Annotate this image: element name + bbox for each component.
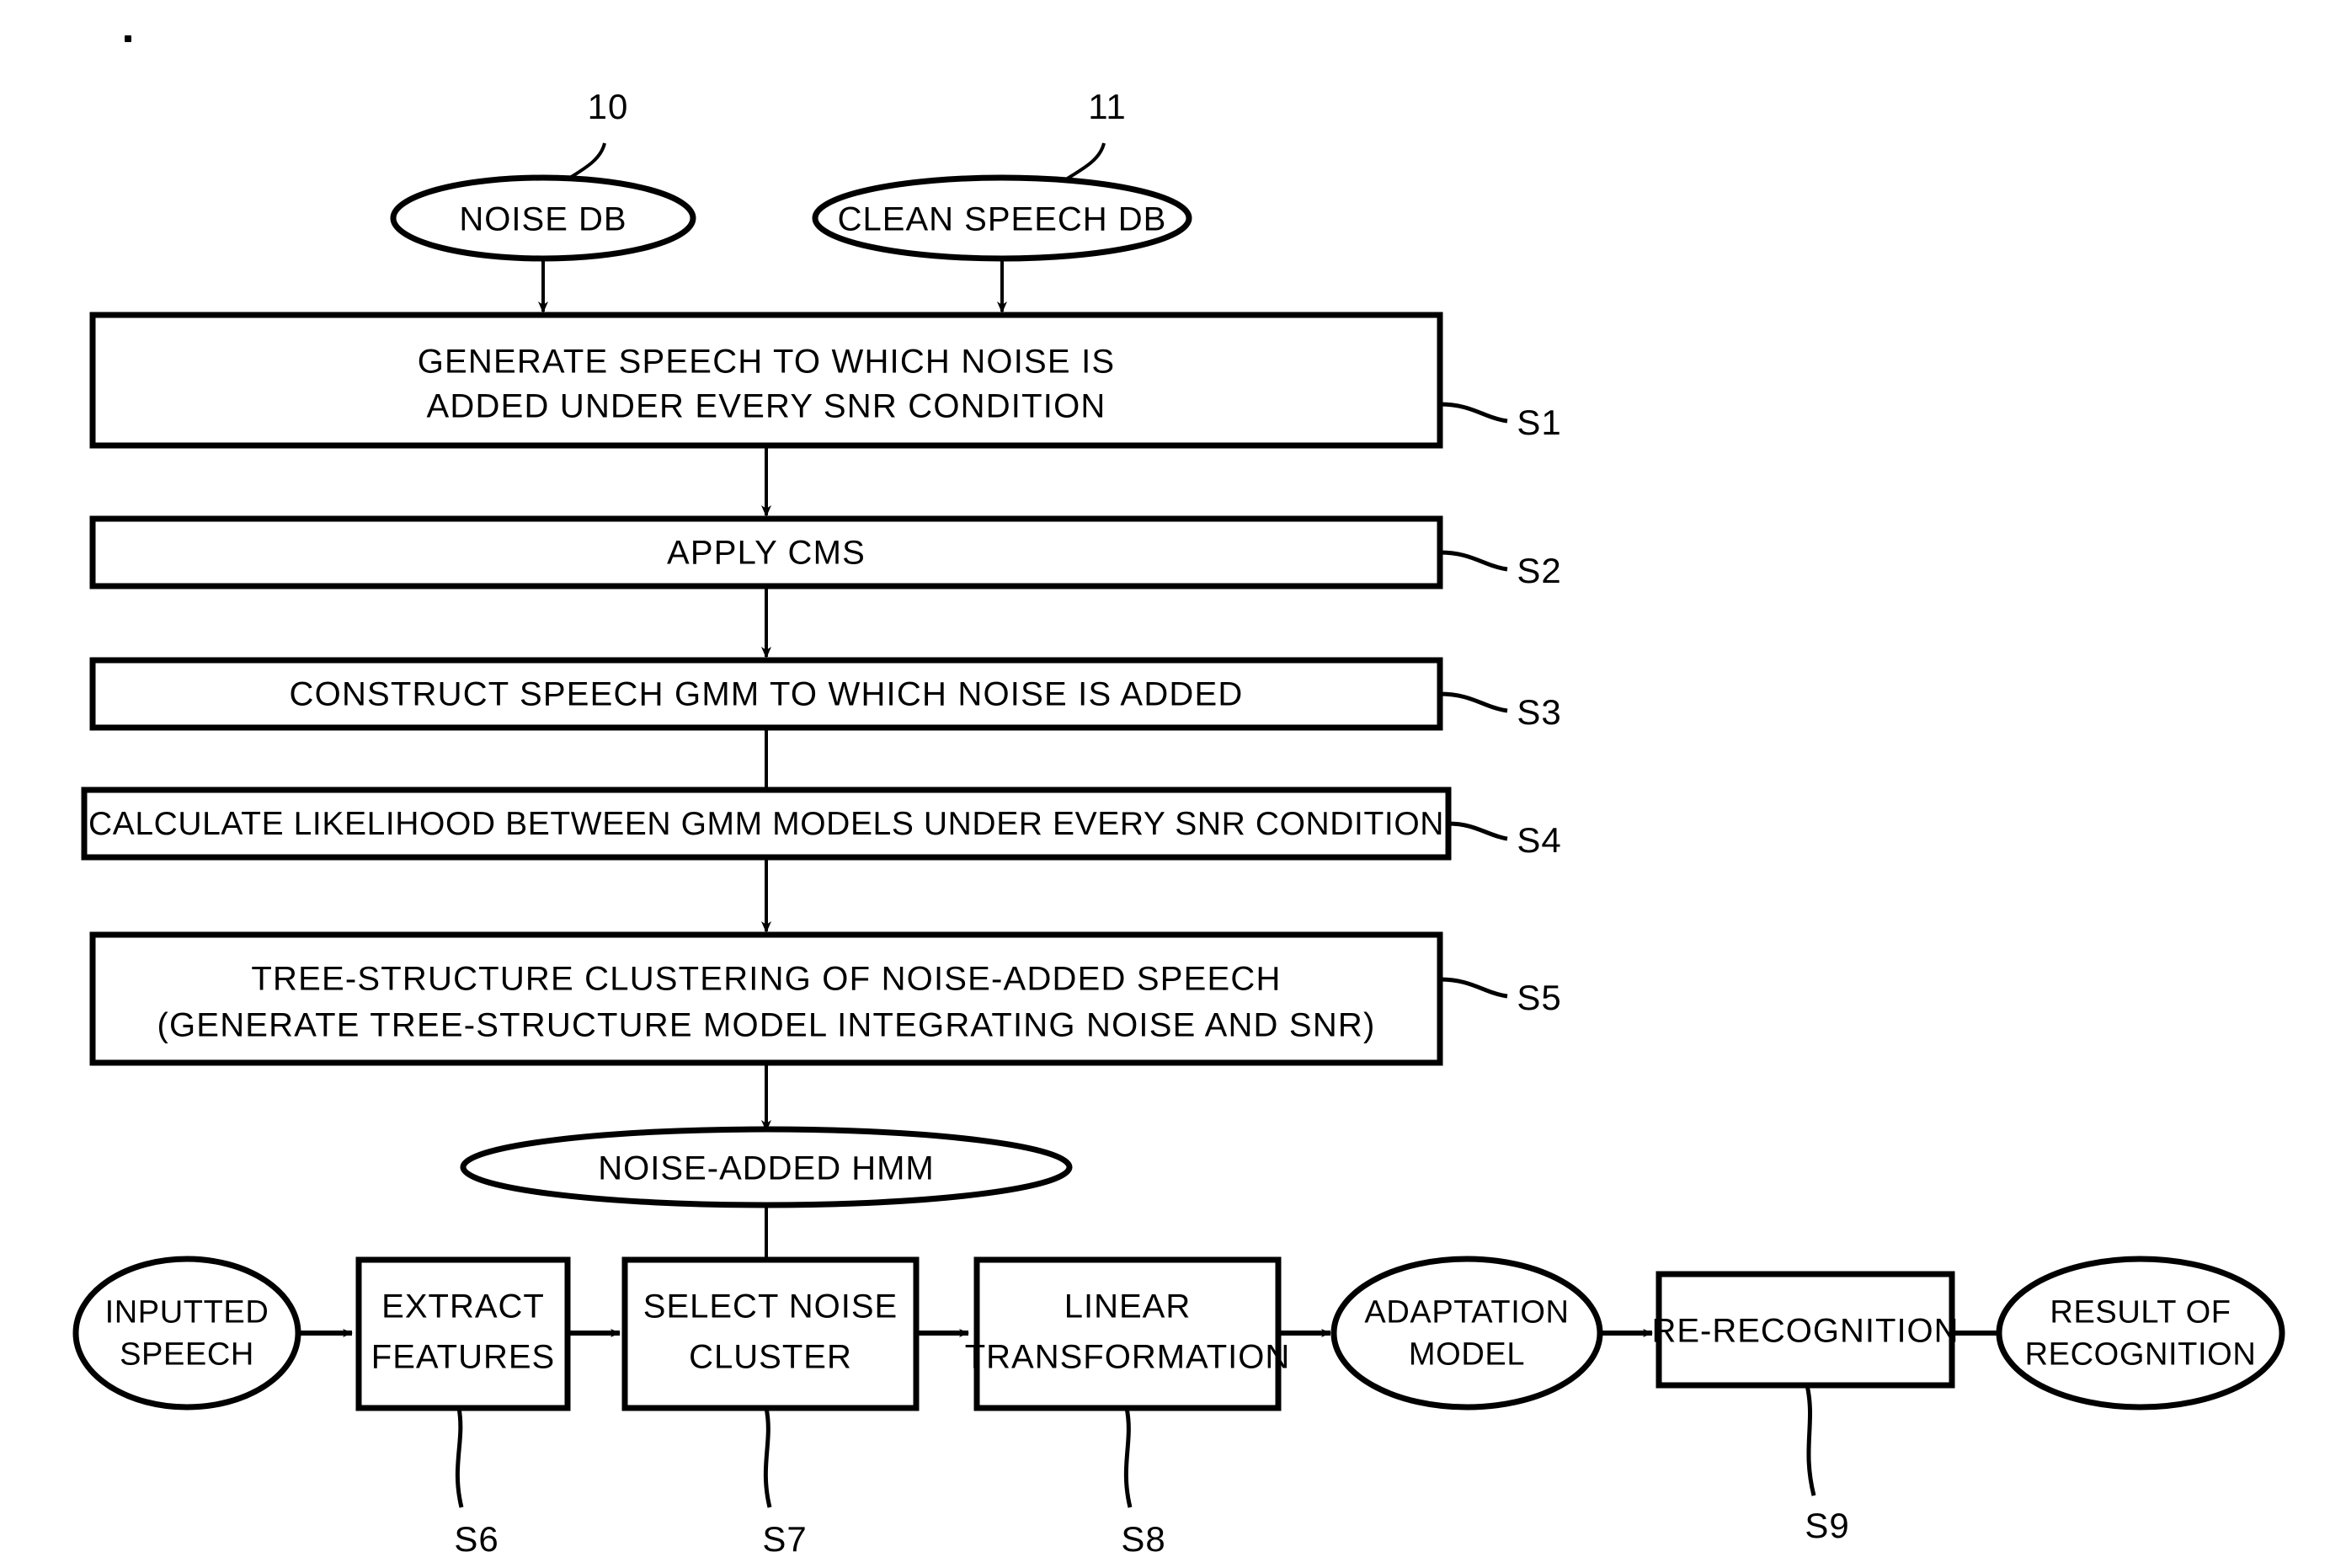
re-recognition-line-1: RE-RECOGNITION: [1651, 1312, 1959, 1350]
result-of-recognition-line-1: RESULT OF: [2050, 1294, 2231, 1331]
flowchart-geometry: [72, 142, 2285, 1508]
select-noise-cluster-line-2: CLUSTER: [689, 1338, 852, 1376]
leader-line-s7: [763, 1407, 772, 1508]
extract-features-line-2: FEATURES: [371, 1338, 556, 1376]
adaptation-model-line-2: MODEL: [1408, 1336, 1526, 1373]
inputted-speech-line-2: SPEECH: [120, 1336, 254, 1373]
leader-line-s3: [1439, 691, 1508, 713]
result-of-recognition-line-2: RECOGNITION: [2024, 1336, 2257, 1373]
leader-line-s8: [1123, 1407, 1133, 1508]
noise-db-label: NOISE DB: [459, 200, 627, 238]
linear-transformation-line-2: TRANSFORMATION: [964, 1338, 1291, 1376]
step-label-s1: S1: [1517, 403, 1562, 443]
s4-line-1: CALCULATE LIKELIHOOD BETWEEN GMM MODELS …: [88, 806, 1445, 843]
leader-line-s4: [1448, 821, 1508, 841]
linear-transformation-box: [973, 1256, 1282, 1411]
noise-added-hmm-label: NOISE-ADDED HMM: [598, 1149, 935, 1187]
s3-line-1: CONSTRUCT SPEECH GMM TO WHICH NOISE IS A…: [289, 675, 1244, 713]
s1-line-1: GENERATE SPEECH TO WHICH NOISE IS: [417, 343, 1116, 381]
inputted-speech-line-1: INPUTTED: [104, 1294, 269, 1331]
s5-line-2: (GENERATE TREE-STRUCTURE MODEL INTEGRATI…: [157, 1006, 1376, 1044]
s2-line-1: APPLY CMS: [666, 534, 866, 572]
extract-features-line-1: EXTRACT: [381, 1288, 545, 1325]
figure-canvas: 10 11 NOISE DB CLEAN SPEECH DB GENERATE …: [0, 0, 2346, 1568]
select-noise-cluster-box: [621, 1256, 920, 1411]
step-label-s3: S3: [1517, 692, 1562, 733]
linear-transformation-line-1: LINEAR: [1064, 1288, 1192, 1325]
extract-features-box: [355, 1256, 571, 1411]
adaptation-model-line-1: ADAPTATION: [1364, 1294, 1570, 1331]
step-label-s7: S7: [762, 1519, 808, 1560]
s1-line-2: ADDED UNDER EVERY SNR CONDITION: [426, 387, 1106, 425]
s5-line-1: TREE-STRUCTURE CLUSTERING OF NOISE-ADDED…: [251, 960, 1282, 998]
step-label-s4: S4: [1517, 820, 1562, 861]
leader-line-s2: [1439, 550, 1508, 572]
reference-numeral-10: 10: [587, 87, 629, 127]
leader-line-s1: [1439, 402, 1508, 424]
clean-speech-db-label: CLEAN SPEECH DB: [837, 200, 1167, 238]
step-label-s6: S6: [454, 1519, 499, 1560]
leader-line-s5: [1439, 977, 1508, 999]
select-noise-cluster-line-1: SELECT NOISE: [642, 1288, 898, 1325]
step-label-s5: S5: [1517, 978, 1562, 1018]
reference-numeral-11: 11: [1088, 87, 1127, 127]
step-label-s2: S2: [1517, 551, 1562, 591]
step-label-s8: S8: [1121, 1519, 1166, 1560]
step-label-s9: S9: [1805, 1506, 1850, 1546]
leader-line-s6: [455, 1407, 464, 1508]
leader-line-s9: [1805, 1384, 1816, 1496]
